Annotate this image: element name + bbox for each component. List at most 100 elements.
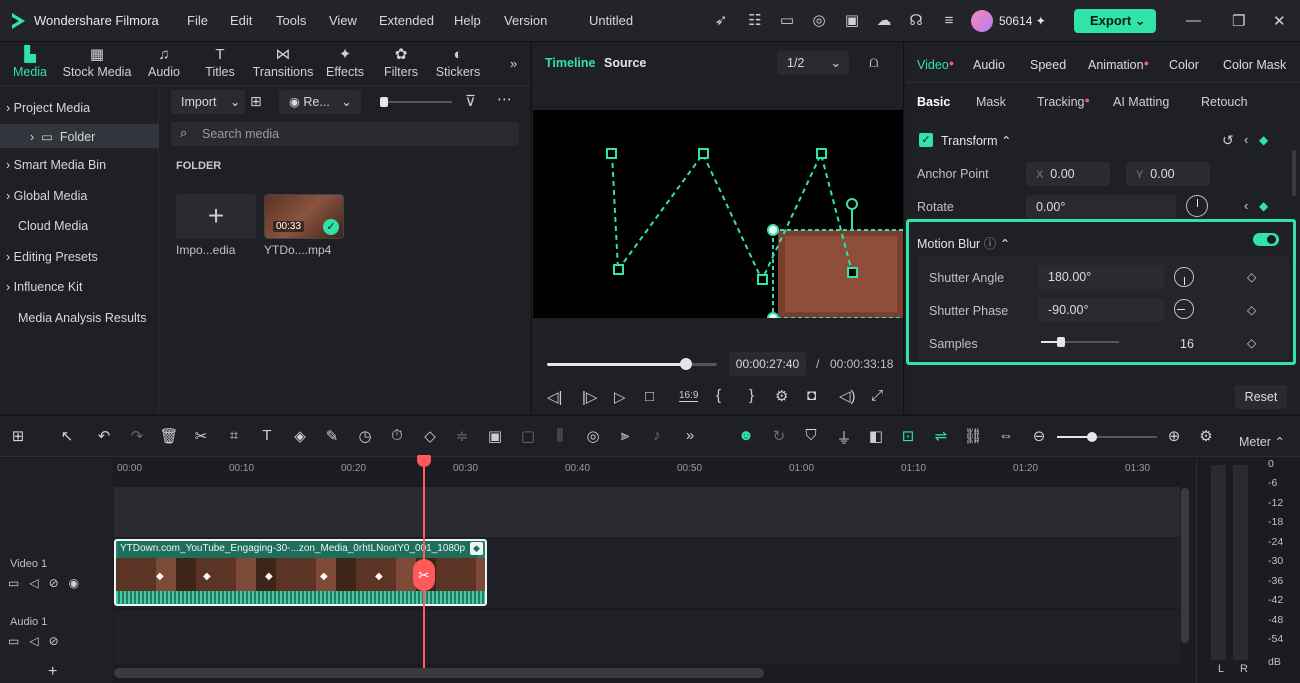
auto-reframe-icon[interactable]: ↻ [769, 427, 789, 445]
ai-copilot-icon[interactable]: ☻ [736, 427, 756, 444]
sidebar-item-global-media[interactable]: › Global Media [6, 189, 87, 203]
notification-icon[interactable]: ☷ [745, 11, 765, 31]
credits-count[interactable]: 50614 ✦ [999, 14, 1046, 28]
rotate-dial[interactable] [1186, 195, 1208, 217]
menu-version[interactable]: Version [504, 13, 547, 28]
aspect-ratio-icon[interactable]: 16:9 [679, 390, 699, 402]
preview-canvas[interactable] [533, 110, 903, 318]
save-icon[interactable]: ▣ [842, 11, 862, 31]
menu-view[interactable]: View [329, 13, 357, 28]
subtab-retouch[interactable]: Retouch [1201, 95, 1248, 109]
prev-frame-icon[interactable]: ◁| [547, 388, 562, 406]
shutter-angle-dial[interactable] [1174, 267, 1194, 287]
render-settings-icon[interactable]: ⚙ [775, 387, 788, 405]
volume-icon[interactable]: ◁) [839, 387, 856, 405]
video-track-controls[interactable]: ▭◁⊘◉ [8, 576, 89, 590]
reset-button[interactable]: Reset [1235, 385, 1287, 409]
keyframe-point[interactable] [698, 148, 709, 159]
unlink-icon[interactable]: ⛓ [963, 427, 983, 445]
speed-icon[interactable]: ◷ [355, 427, 375, 445]
layout-icon[interactable]: ▭ [777, 11, 797, 31]
sidebar-item-influence-kit[interactable]: › Influence Kit [6, 280, 82, 294]
beat-icon[interactable]: ⫸ [615, 427, 635, 444]
import-media-tile[interactable]: + [176, 194, 256, 239]
tab-timeline[interactable]: Timeline [545, 56, 595, 70]
timeline-h-scrollbar[interactable] [114, 668, 764, 678]
tab-filters[interactable]: ✿ Filters [381, 45, 421, 79]
keyframe-point[interactable] [757, 274, 768, 285]
zoom-in-icon[interactable]: ⊕ [1164, 427, 1184, 445]
scene-icon[interactable]: ◧ [866, 427, 886, 445]
anchor-x-field[interactable]: X 0.00 [1026, 162, 1110, 186]
tab-transitions[interactable]: ⋈ Transitions [250, 45, 316, 79]
qr-icon[interactable]: ⊞ [250, 93, 262, 110]
tab-titles[interactable]: T Titles [200, 45, 240, 79]
timer-icon[interactable]: ⏱ [387, 427, 407, 444]
filter-icon[interactable]: ⊽ [465, 92, 476, 110]
motion-blur-label[interactable]: Motion Blur ⓘ ⌃ [917, 233, 1010, 252]
clip-effect-icon[interactable]: ◆ [470, 542, 483, 555]
close-icon[interactable]: ✕ [1273, 12, 1286, 30]
help-icon[interactable]: ⓘ [984, 237, 997, 251]
waveform-icon[interactable]: ⫼ [550, 427, 570, 444]
properties-scrollbar[interactable] [1292, 150, 1296, 196]
more-icon[interactable]: ⋯ [497, 90, 512, 108]
timeline-v-scrollbar[interactable] [1181, 488, 1189, 643]
export-button[interactable]: Export ⌄ [1074, 9, 1156, 33]
reset-transform-icon[interactable]: ↺ [1222, 132, 1234, 149]
samples-slider[interactable] [1041, 336, 1119, 348]
tab-stock-media[interactable]: ▦ Stock Media [62, 45, 132, 79]
tab-speed[interactable]: Speed [1030, 58, 1066, 72]
keyframe-point[interactable] [847, 267, 858, 278]
mute-icon[interactable]: ⊘ [49, 634, 69, 648]
tab-video[interactable]: Video● [917, 58, 954, 72]
sidebar-item-editing-presets[interactable]: › Editing Presets [6, 250, 98, 264]
keyframe-diamond-outline-icon[interactable]: ◇ [1247, 336, 1256, 350]
shield-icon[interactable]: ⛉ [801, 427, 821, 444]
folder-icon[interactable]: ▭ [8, 576, 29, 590]
layout-grid-icon[interactable]: ⊞ [8, 427, 28, 445]
fit-icon[interactable]: ⇔ [996, 427, 1016, 444]
rotate-field[interactable]: 0.00° [1026, 195, 1176, 219]
meter-label[interactable]: Meter ⌃ [1239, 434, 1285, 449]
sidebar-item-project-media[interactable]: › Project Media [6, 101, 90, 115]
keyframe-marker[interactable]: ◆ [320, 571, 328, 582]
folder-icon[interactable]: ▭ [8, 634, 29, 648]
quality-select[interactable]: 1/2 ⌄ [777, 51, 849, 75]
stop-icon[interactable]: □ [645, 388, 654, 405]
timeline-settings-icon[interactable]: ⚙ [1196, 427, 1216, 445]
keyframe-point[interactable] [613, 264, 624, 275]
search-input[interactable]: ⌕ Search media [171, 122, 519, 146]
sidebar-item-smart-media-bin[interactable]: › Smart Media Bin [6, 158, 106, 172]
shutter-phase-dial[interactable] [1174, 299, 1194, 319]
menu-help[interactable]: Help [454, 13, 481, 28]
menu-edit[interactable]: Edit [230, 13, 252, 28]
keyframe-point[interactable] [606, 148, 617, 159]
motion-blur-toggle[interactable] [1253, 233, 1279, 246]
sidebar-item-media-analysis[interactable]: Media Analysis Results [18, 311, 147, 325]
prev-keyframe-icon[interactable]: ‹ [1244, 132, 1248, 147]
avatar[interactable] [971, 10, 993, 32]
tab-stickers[interactable]: ◐ Stickers [435, 45, 481, 79]
send-icon[interactable]: ➶ [711, 11, 731, 31]
keyframe-marker[interactable]: ◆ [265, 571, 273, 582]
keyframe-marker[interactable]: ◆ [203, 571, 211, 582]
cloud-icon[interactable]: ◎ [809, 11, 829, 31]
zoom-out-icon[interactable]: ⊖ [1029, 427, 1049, 445]
menu-list-icon[interactable]: ≡ [939, 11, 959, 31]
tab-effects[interactable]: ✦ Effects [323, 45, 367, 79]
tab-source[interactable]: Source [604, 56, 646, 70]
keyframe-diamond-icon[interactable]: ◆ [1259, 199, 1268, 213]
crop-icon[interactable]: ⌗ [224, 427, 244, 444]
shutter-angle-field[interactable]: 180.00° [1038, 265, 1164, 289]
music-note-icon[interactable]: ♪ [647, 427, 667, 444]
keyframe-icon[interactable]: ◇ [420, 427, 440, 445]
rotate-handle[interactable] [846, 198, 858, 210]
zoom-slider[interactable] [1057, 432, 1157, 442]
redo-icon[interactable]: ↷ [127, 427, 147, 445]
subtab-tracking[interactable]: Tracking● [1037, 95, 1090, 109]
tab-color-mask[interactable]: Color Mask [1223, 58, 1286, 72]
eye-icon[interactable]: ◉ [69, 576, 89, 590]
thumbnail-size-slider[interactable] [380, 96, 452, 108]
audio-stretch-icon[interactable]: ▣ [485, 427, 505, 445]
